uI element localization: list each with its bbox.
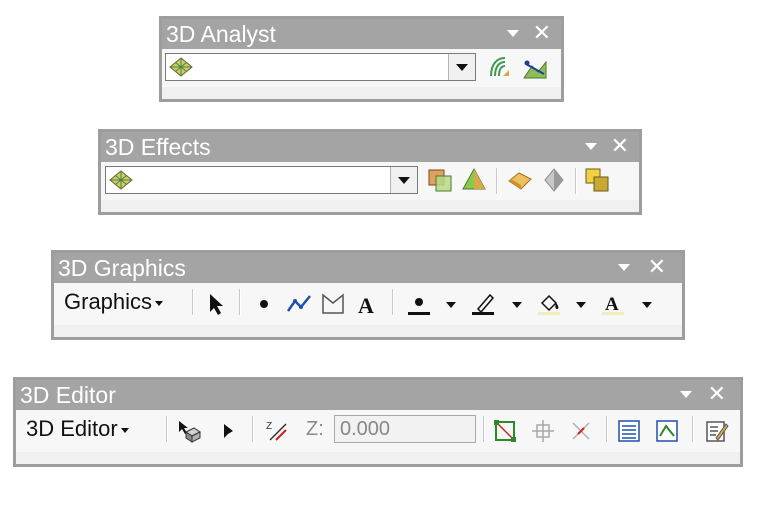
layer-dropdown[interactable] [105, 166, 418, 194]
toolbar-options-arrow-icon[interactable] [680, 391, 692, 398]
3d-editor-menu-label: 3D Editor [26, 416, 118, 441]
separator [692, 416, 694, 442]
separator [166, 416, 168, 442]
graphics-menu[interactable]: Graphics [64, 287, 164, 317]
toolbar-title-bar[interactable]: 3D Analyst ✕ [162, 19, 561, 49]
point-icon[interactable] [251, 291, 277, 317]
z-value-input[interactable] [334, 415, 476, 443]
fill-color-icon[interactable] [536, 291, 562, 317]
toolbar-body [101, 162, 639, 200]
toolbar-body [162, 49, 561, 87]
toolbar-title-bar[interactable]: 3D Effects ✕ [101, 132, 639, 162]
toolbar-title: 3D Analyst [166, 21, 276, 47]
separator [483, 416, 485, 442]
3d-editor-menu[interactable]: 3D Editor [26, 414, 129, 444]
lighting-icon[interactable] [461, 167, 487, 193]
toolbar-body: 3D Editor Z Z: [16, 410, 740, 452]
point-color-icon[interactable] [406, 291, 432, 317]
chevron-down-icon[interactable] [446, 302, 456, 308]
transparency-icon[interactable] [427, 167, 453, 193]
toolbar-title-bar[interactable]: 3D Editor ✕ [16, 380, 740, 410]
vertex-edit-icon[interactable] [492, 418, 518, 444]
text-icon[interactable]: A [354, 291, 380, 317]
create-features-icon[interactable] [704, 418, 730, 444]
chevron-down-icon[interactable] [512, 302, 522, 308]
dropdown-arrow-icon[interactable] [448, 54, 475, 80]
toolbar-options-arrow-icon[interactable] [507, 30, 519, 37]
layer-dropdown[interactable] [165, 53, 476, 81]
separator [239, 289, 241, 315]
polyline-icon[interactable] [286, 291, 312, 317]
pointer-icon[interactable] [216, 418, 242, 444]
toolbar-3d-analyst: 3D Analyst ✕ [159, 16, 564, 102]
close-icon[interactable]: ✕ [611, 132, 629, 162]
layer-order-icon[interactable] [584, 167, 610, 193]
edit-placement-icon[interactable] [176, 418, 202, 444]
polygon-icon[interactable] [320, 291, 346, 317]
separator [252, 416, 254, 442]
toolbar-title: 3D Graphics [58, 255, 186, 281]
separator [392, 289, 394, 315]
svg-text:Z: Z [266, 421, 272, 432]
toolbar-3d-effects: 3D Effects ✕ [98, 129, 642, 215]
chevron-down-icon[interactable] [642, 302, 652, 308]
close-icon[interactable]: ✕ [648, 253, 666, 283]
chevron-down-icon[interactable] [576, 302, 586, 308]
attributes-icon[interactable] [616, 418, 642, 444]
z-label: Z: [306, 418, 324, 440]
pointer-icon[interactable] [204, 291, 230, 317]
contour-icon[interactable] [487, 54, 513, 80]
layer-icon [109, 170, 133, 190]
separator [496, 168, 498, 194]
toolbar-body: Graphics A A [54, 283, 682, 325]
dropdown-arrow-icon[interactable] [390, 167, 417, 193]
sketch-properties-icon[interactable] [654, 418, 680, 444]
shading-icon[interactable] [541, 167, 567, 193]
toolbar-title: 3D Editor [20, 382, 116, 408]
move-icon[interactable] [530, 418, 556, 444]
separator [606, 416, 608, 442]
toolbar-3d-graphics: 3D Graphics ✕ Graphics A A [51, 250, 685, 340]
close-icon[interactable]: ✕ [533, 19, 551, 49]
separator [192, 289, 194, 315]
toolbar-options-arrow-icon[interactable] [585, 143, 597, 150]
svg-text:A: A [605, 294, 619, 315]
toolbar-options-arrow-icon[interactable] [618, 264, 630, 271]
graphics-menu-label: Graphics [64, 289, 153, 314]
close-icon[interactable]: ✕ [708, 380, 726, 410]
toolbar-title-bar[interactable]: 3D Graphics ✕ [54, 253, 682, 283]
font-color-icon[interactable]: A [600, 291, 626, 317]
line-of-sight-icon[interactable] [522, 54, 548, 80]
z-snap-icon[interactable]: Z [264, 418, 290, 444]
separator [575, 168, 577, 194]
face-culling-icon[interactable] [507, 167, 533, 193]
svg-text:A: A [358, 293, 374, 317]
delete-vertex-icon[interactable] [568, 418, 594, 444]
line-color-icon[interactable] [470, 291, 496, 317]
toolbar-3d-editor: 3D Editor ✕ 3D Editor Z Z: [13, 377, 743, 467]
chevron-down-icon [155, 300, 164, 306]
chevron-down-icon [120, 427, 129, 433]
layer-icon [169, 57, 193, 77]
toolbar-title: 3D Effects [105, 134, 211, 160]
